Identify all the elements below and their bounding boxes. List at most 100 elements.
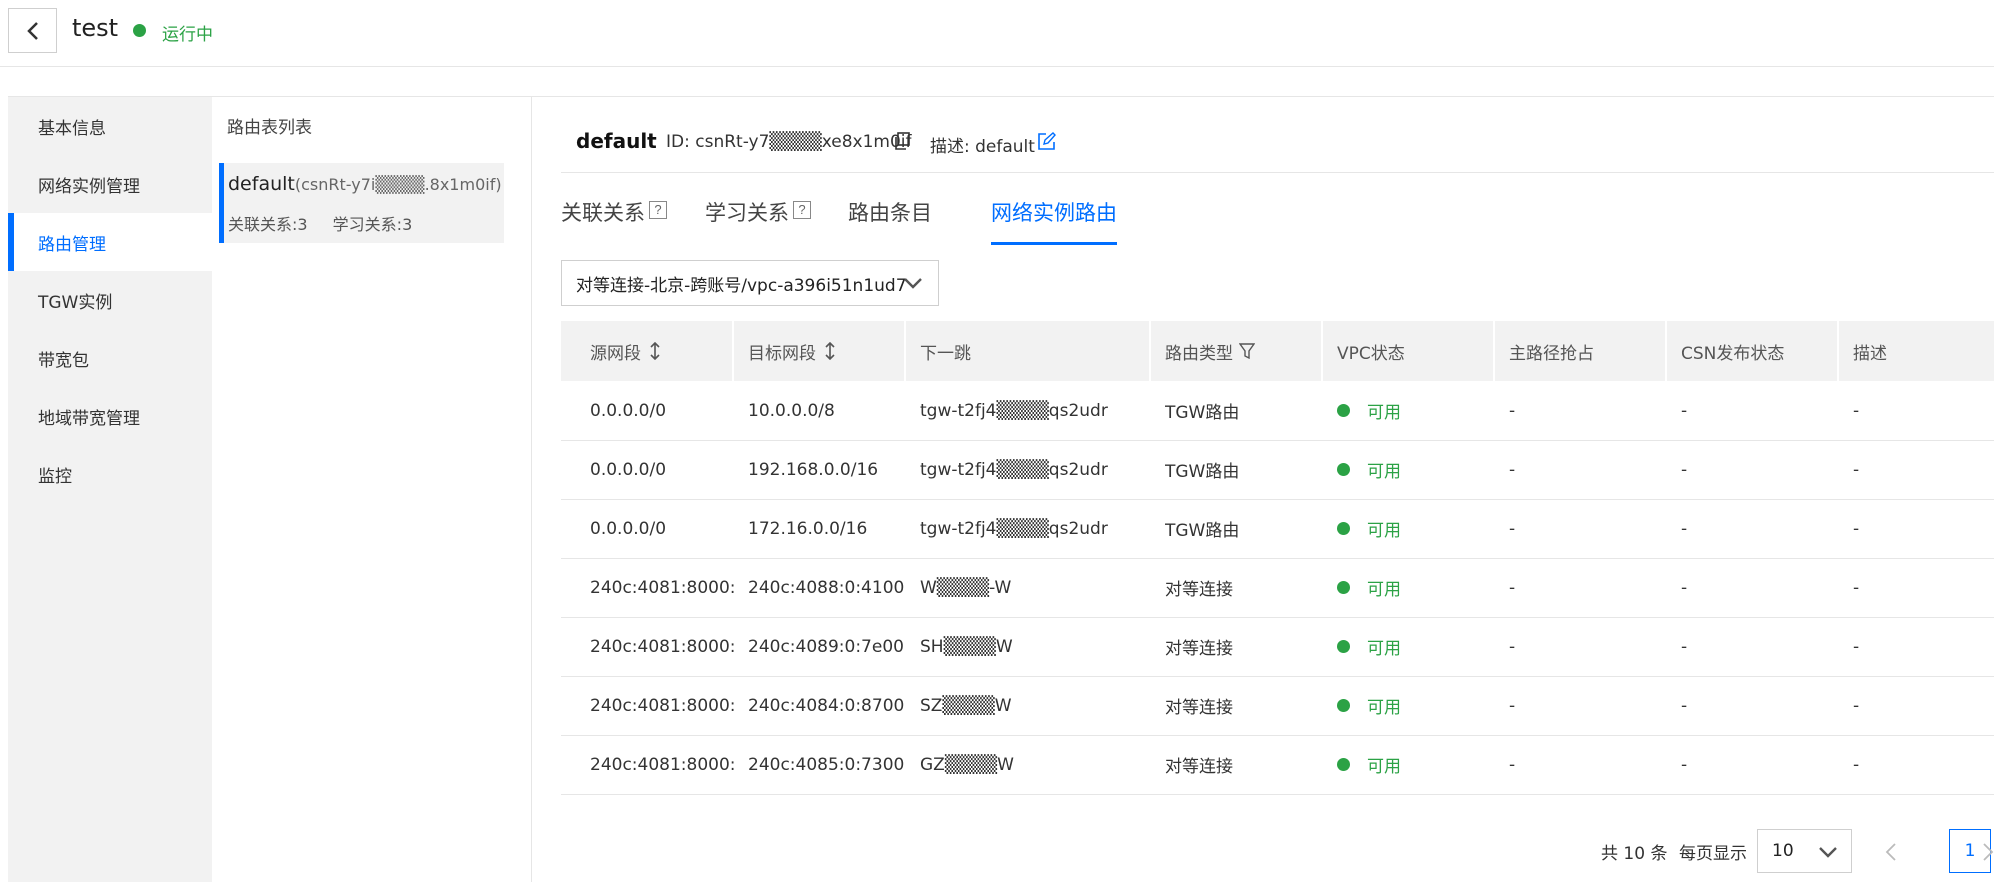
status-text: 运行中 (162, 25, 213, 45)
destination-cidr-cell: 240c:4085:0:7300 (748, 754, 905, 775)
column-header-label: 描述 (1853, 343, 1887, 364)
next-hop-cell: W▒▒▒▒-W (920, 577, 1012, 598)
route-table-name: default(csnRt-y7i▒▒▒▒.8x1m0if) (228, 173, 502, 195)
instance-select-value: 对等连接-北京-跨账号/vpc-a396i51n1ud7 (576, 275, 907, 296)
nav-item-network-instances[interactable]: 网络实例管理 (8, 155, 212, 213)
vpc-status-text: 可用 (1367, 639, 1401, 659)
column-header-description: 描述 (1853, 321, 1887, 381)
tab-label: 关联关系 (561, 201, 645, 225)
edit-icon[interactable] (1038, 132, 1056, 150)
nav-item-basic-info[interactable]: 基本信息 (8, 97, 212, 155)
csn-publish-status-cell: - (1681, 577, 1688, 598)
column-header-source[interactable]: 源网段 (590, 321, 661, 381)
nav-item-label: 地域带宽管理 (38, 408, 140, 429)
column-header-label: 路由类型 (1165, 343, 1233, 364)
route-type-cell: 对等连接 (1165, 580, 1233, 600)
next-hop-cell: GZ▒▒▒▒W (920, 754, 1014, 775)
tab-route-entries[interactable]: 路由条目 (848, 197, 932, 245)
table-row: 240c:4081:8000: 240c:4084:0:8700 SZ▒▒▒▒W 对等… (561, 676, 1994, 736)
vpc-status-cell: 可用 (1337, 381, 1497, 440)
vpc-status-cell: 可用 (1337, 440, 1497, 499)
column-header-label: 主路径抢占 (1509, 343, 1594, 364)
help-icon[interactable]: ? (649, 201, 667, 219)
primary-preempt-cell: - (1509, 636, 1516, 657)
source-cidr-cell: 240c:4081:8000: (590, 695, 736, 716)
nav-item-monitoring[interactable]: 监控 (8, 445, 212, 503)
column-header-csn-publish-status: CSN发布状态 (1681, 321, 1784, 381)
next-hop-cell: tgw-t2fj4▒▒▒▒qs2udr (920, 400, 1108, 421)
vpc-status-cell: 可用 (1337, 558, 1497, 617)
route-type-cell: TGW路由 (1165, 462, 1240, 482)
description-cell: - (1853, 695, 1860, 716)
nav-item-region-bandwidth[interactable]: 地域带宽管理 (8, 387, 212, 445)
source-cidr-cell: 240c:4081:8000: (590, 636, 736, 657)
nav-item-tgw-instances[interactable]: TGW实例 (8, 271, 212, 329)
route-type-cell: 对等连接 (1165, 639, 1233, 659)
pagination-total: 共 10 条 (1601, 844, 1668, 864)
tab-label: 网络实例路由 (991, 201, 1117, 225)
table-row: 0.0.0.0/0 10.0.0.0/8 tgw-t2fj4▒▒▒▒qs2udr TG… (561, 381, 1994, 441)
tab-label: 路由条目 (848, 201, 932, 225)
vpc-status-cell: 可用 (1337, 735, 1497, 794)
column-header-destination[interactable]: 目标网段 (748, 321, 836, 381)
destination-cidr-cell: 10.0.0.0/8 (748, 400, 835, 421)
csn-publish-status-cell: - (1681, 518, 1688, 539)
header-divider (0, 66, 1994, 67)
tab-label: 学习关系 (705, 201, 789, 225)
previous-page-button[interactable] (1876, 834, 1906, 870)
back-button[interactable] (8, 8, 57, 53)
route-table-associations: 关联关系:3 (228, 215, 308, 234)
sort-icon[interactable] (824, 342, 836, 360)
side-nav: 基本信息 网络实例管理 路由管理 TGW实例 带宽包 地域带宽管理 监控 (8, 97, 212, 882)
description-cell: - (1853, 577, 1860, 598)
page-title: test (72, 14, 119, 42)
nav-item-label: 路由管理 (38, 234, 106, 255)
primary-preempt-cell: - (1509, 459, 1516, 480)
csn-publish-status-cell: - (1681, 754, 1688, 775)
nav-item-label: TGW实例 (38, 292, 113, 313)
nav-item-label: 带宽包 (38, 350, 89, 371)
next-hop-cell: SH▒▒▒▒W (920, 636, 1013, 657)
main-pane: default ID: csnRt-y7▒▒▒▒xe8x1m0if 描述: de… (533, 97, 1994, 882)
destination-cidr-cell: 172.16.0.0/16 (748, 518, 868, 539)
column-header-route-type[interactable]: 路由类型 (1165, 321, 1255, 381)
route-table-item[interactable]: default(csnRt-y7i▒▒▒▒.8x1m0if) 关联关系:3 学习… (219, 163, 504, 243)
csn-publish-status-cell: - (1681, 459, 1688, 480)
status-dot (133, 24, 146, 37)
table-row: 240c:4081:8000: 240c:4089:0:7e00 SH▒▒▒▒W 对等… (561, 617, 1994, 677)
route-type-cell: TGW路由 (1165, 521, 1240, 541)
nav-item-label: 基本信息 (38, 118, 106, 139)
route-table-name-text: default (228, 173, 295, 195)
column-header-vpc-status: VPC状态 (1337, 321, 1405, 381)
nav-item-bandwidth-packages[interactable]: 带宽包 (8, 329, 212, 387)
column-header-label: CSN发布状态 (1681, 343, 1785, 364)
vpc-status-text: 可用 (1367, 698, 1401, 718)
source-cidr-cell: 240c:4081:8000: (590, 754, 736, 775)
chevron-down-icon (1819, 847, 1837, 858)
status-dot (1337, 640, 1350, 653)
source-cidr-cell: 0.0.0.0/0 (590, 518, 667, 539)
filter-icon[interactable] (1239, 343, 1255, 359)
route-type-cell: 对等连接 (1165, 757, 1233, 777)
next-page-button[interactable] (1970, 834, 1994, 870)
next-hop-cell: SZ▒▒▒▒W (920, 695, 1012, 716)
csn-publish-status-cell: - (1681, 695, 1688, 716)
tab-learnings[interactable]: 学习关系? (705, 197, 811, 245)
nav-item-label: 监控 (38, 466, 72, 487)
sort-icon[interactable] (649, 342, 661, 360)
route-type-cell: TGW路由 (1165, 403, 1240, 423)
copy-icon[interactable] (893, 132, 911, 150)
description-cell: - (1853, 636, 1860, 657)
vpc-status-text: 可用 (1367, 462, 1401, 482)
chevron-right-icon (1983, 843, 1994, 861)
route-table-learnings: 学习关系:3 (332, 215, 413, 234)
status-dot (1337, 758, 1350, 771)
column-separator (1665, 321, 1667, 381)
tab-associations[interactable]: 关联关系? (561, 197, 667, 245)
page-size-select[interactable]: 10 (1757, 829, 1852, 873)
source-cidr-cell: 0.0.0.0/0 (590, 459, 667, 480)
tab-instance-routes[interactable]: 网络实例路由 (991, 197, 1117, 245)
help-icon[interactable]: ? (793, 201, 811, 219)
instance-select[interactable]: 对等连接-北京-跨账号/vpc-a396i51n1ud7 (561, 260, 939, 306)
nav-item-route-management[interactable]: 路由管理 (8, 213, 212, 271)
